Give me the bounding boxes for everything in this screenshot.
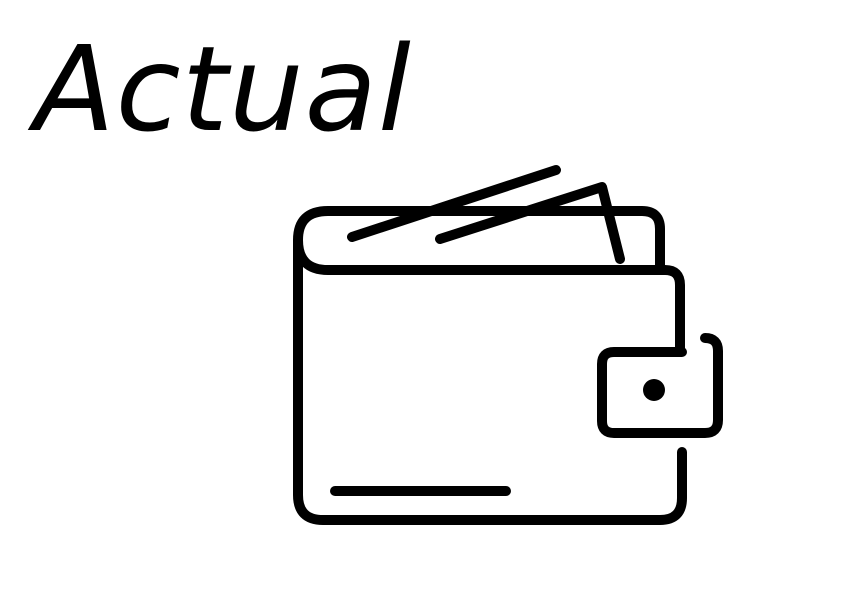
cash-strip-back: [347, 165, 561, 242]
canvas: Actual: [0, 0, 842, 595]
wallet-icon: [293, 165, 723, 525]
clasp-button-dot: [643, 379, 665, 401]
